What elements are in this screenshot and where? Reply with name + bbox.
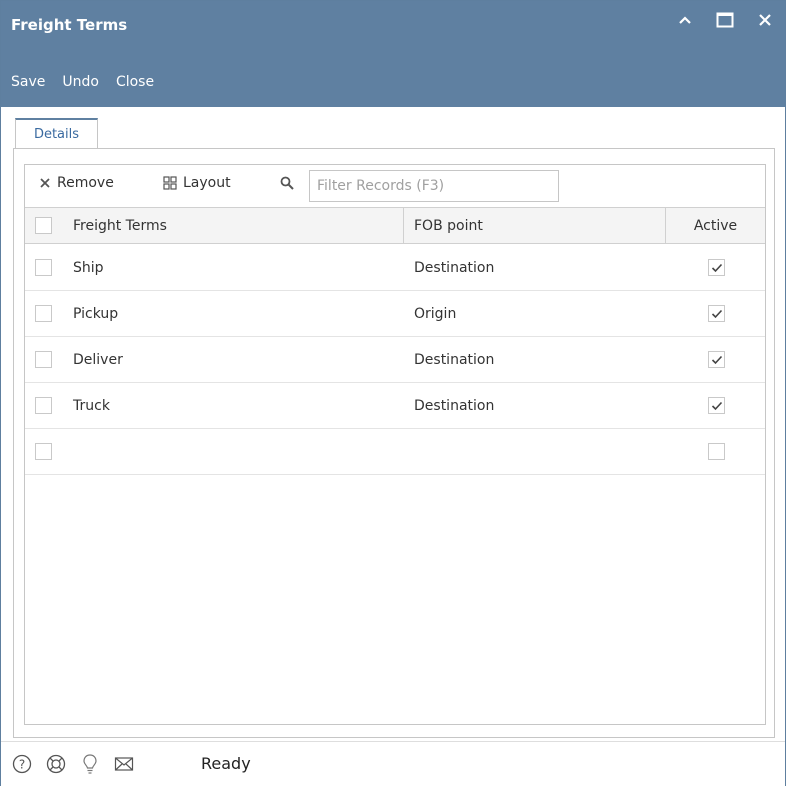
remove-icon — [40, 178, 50, 188]
checkmark-icon — [711, 263, 722, 272]
fob-point-cell: Destination — [414, 351, 495, 368]
freight-terms-grid: Remove Layout Freight Terms FOB point — [24, 164, 766, 725]
row-select-cell — [35, 383, 52, 428]
active-checkbox[interactable] — [708, 305, 725, 322]
active-checkbox[interactable] — [708, 259, 725, 276]
freight-terms-cell: Truck — [73, 397, 110, 414]
layout-button[interactable]: Layout — [163, 175, 231, 191]
column-separator[interactable] — [403, 208, 404, 243]
table-header: Freight Terms FOB point Active — [25, 207, 765, 244]
svg-text:?: ? — [19, 758, 25, 772]
undo-button[interactable]: Undo — [62, 74, 99, 90]
freight-terms-cell: Deliver — [73, 351, 123, 368]
mail-icon — [114, 757, 134, 771]
close-button[interactable]: Close — [116, 74, 154, 90]
select-all-cell — [35, 208, 52, 243]
remove-button[interactable]: Remove — [39, 175, 114, 191]
checkmark-icon — [711, 355, 722, 364]
tab-details[interactable]: Details — [15, 118, 98, 149]
column-header-freight-terms[interactable]: Freight Terms — [73, 208, 167, 243]
help-icon: ? — [12, 754, 32, 774]
freight-terms-cell: Pickup — [73, 305, 119, 322]
status-bar: ? Ready — [1, 741, 785, 786]
fob-point-cell: Destination — [414, 259, 495, 276]
select-all-checkbox[interactable] — [35, 217, 52, 234]
column-header-active[interactable]: Active — [666, 208, 765, 243]
save-button[interactable]: Save — [11, 74, 45, 90]
active-checkbox[interactable] — [708, 397, 725, 414]
table-row[interactable]: Ship Destination — [25, 245, 765, 291]
row-select-cell — [35, 291, 52, 336]
row-select-checkbox[interactable] — [35, 305, 52, 322]
table-row[interactable]: Deliver Destination — [25, 337, 765, 383]
active-checkbox[interactable] — [708, 443, 725, 460]
freight-terms-cell: Ship — [73, 259, 104, 276]
chevron-up-icon — [679, 16, 691, 24]
fob-point-cell: Origin — [414, 305, 457, 322]
maximize-button[interactable] — [715, 9, 735, 31]
fob-point-cell: Destination — [414, 397, 495, 414]
table-row[interactable]: Pickup Origin — [25, 291, 765, 337]
lightbulb-icon — [83, 754, 97, 774]
window-header: Freight Terms Save Undo Close — [1, 1, 785, 107]
lifebuoy-icon — [46, 754, 66, 774]
window-controls — [675, 9, 775, 31]
collapse-button[interactable] — [675, 9, 695, 31]
column-header-fob-point[interactable]: FOB point — [414, 208, 483, 243]
grid-layout-icon — [163, 176, 177, 190]
row-select-checkbox[interactable] — [35, 259, 52, 276]
close-window-button[interactable] — [755, 9, 775, 31]
grid-toolbar: Remove Layout — [25, 165, 765, 207]
search-button[interactable] — [280, 176, 294, 190]
row-select-checkbox[interactable] — [35, 397, 52, 414]
help-button[interactable]: ? — [11, 753, 33, 775]
row-select-checkbox[interactable] — [35, 443, 52, 460]
remove-label: Remove — [57, 175, 114, 191]
support-button[interactable] — [45, 753, 67, 775]
table-row[interactable]: Truck Destination — [25, 383, 765, 429]
window-title: Freight Terms — [11, 16, 128, 34]
layout-label: Layout — [183, 175, 231, 191]
freight-terms-window: Freight Terms Save Undo Close Details Re… — [0, 0, 786, 786]
filter-records-input[interactable] — [309, 170, 559, 202]
active-checkbox[interactable] — [708, 351, 725, 368]
status-text: Ready — [201, 754, 251, 773]
checkmark-icon — [711, 401, 722, 410]
maximize-icon — [716, 12, 734, 28]
message-button[interactable] — [113, 753, 135, 775]
row-select-cell — [35, 245, 52, 290]
search-icon — [280, 176, 294, 190]
row-select-cell — [35, 429, 52, 474]
tips-button[interactable] — [79, 753, 101, 775]
row-select-cell — [35, 337, 52, 382]
row-select-checkbox[interactable] — [35, 351, 52, 368]
close-icon — [759, 14, 771, 26]
details-panel: Remove Layout Freight Terms FOB point — [13, 148, 775, 738]
checkmark-icon — [711, 309, 722, 318]
window-menu: Save Undo Close — [11, 74, 154, 90]
table-row-new[interactable] — [25, 429, 765, 475]
